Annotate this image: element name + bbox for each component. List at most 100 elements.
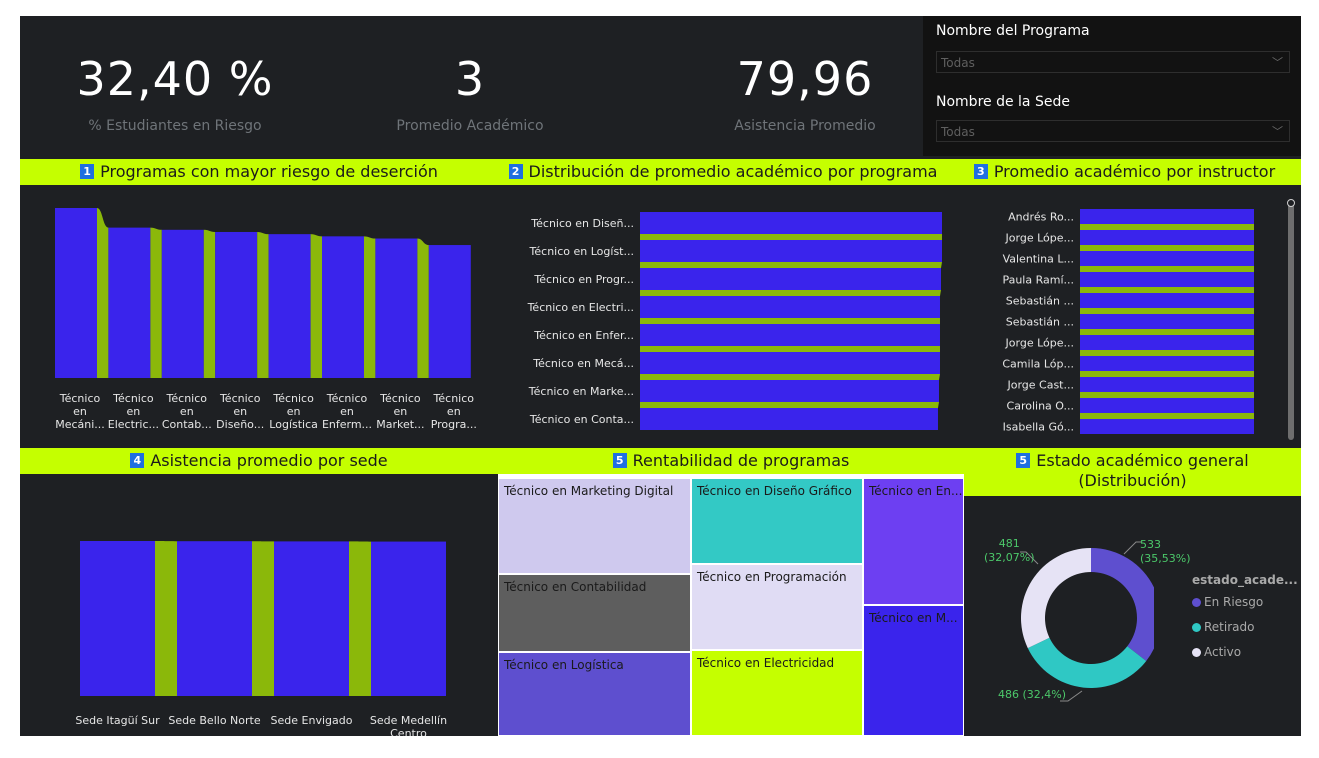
- legend-item-activo[interactable]: Activo: [1192, 645, 1241, 659]
- program-filter-title: Nombre del Programa: [936, 23, 1090, 39]
- ribbon: [417, 238, 429, 378]
- bar[interactable]: [108, 227, 151, 378]
- ribbon: [1080, 392, 1254, 398]
- bar[interactable]: [1080, 272, 1254, 287]
- category-label: Diseño...: [216, 418, 264, 431]
- ribbon: [310, 234, 322, 378]
- ribbon: [1080, 224, 1254, 230]
- section-header-distribution: 2 Distribución de promedio académico por …: [498, 159, 948, 185]
- bar[interactable]: [1080, 356, 1254, 371]
- campus-filter-dropdown[interactable]: Todas ﹀: [936, 120, 1290, 142]
- section-number-badge: 4: [130, 453, 145, 468]
- category-label: Sede Bello Norte: [168, 714, 260, 727]
- bar[interactable]: [268, 234, 311, 378]
- category-label: Andrés Ro...: [1008, 211, 1074, 224]
- category-label: en: [394, 405, 408, 418]
- chevron-down-icon: ﹀: [1272, 56, 1283, 69]
- ribbon: [1080, 308, 1254, 314]
- bar[interactable]: [1080, 419, 1254, 434]
- bar[interactable]: [375, 238, 418, 378]
- bar[interactable]: [322, 236, 364, 378]
- category-label: Isabella Gó...: [1003, 421, 1074, 434]
- bar[interactable]: [80, 541, 155, 696]
- bar[interactable]: [1080, 335, 1254, 350]
- treemap-cell[interactable]: Técnico en En...: [863, 478, 964, 605]
- category-label: Camila Lóp...: [1002, 358, 1074, 371]
- treemap-cell[interactable]: Técnico en Marketing Digital: [498, 478, 691, 574]
- treemap-cell[interactable]: Técnico en Diseño Gráfico: [691, 478, 863, 564]
- category-label: Sede Envigado: [271, 714, 353, 727]
- scroll-up-icon[interactable]: [1287, 199, 1295, 207]
- bar[interactable]: [1080, 398, 1254, 413]
- category-label: Técnico: [112, 392, 154, 405]
- legend-item-en-riesgo[interactable]: En Riesgo: [1192, 595, 1263, 609]
- section-header-risk: 1 Programas con mayor riesgo de deserción: [20, 159, 498, 185]
- category-label: Técnico en Progr...: [533, 273, 634, 286]
- scrollbar[interactable]: [1288, 202, 1294, 440]
- bar[interactable]: [640, 212, 942, 234]
- ribbon: [349, 541, 371, 696]
- dashboard-canvas: 32,40 % % Estudiantes en Riesgo 3 Promed…: [20, 16, 1301, 736]
- treemap-cell[interactable]: Técnico en Electricidad: [691, 650, 863, 736]
- category-label: Jorge Lópe...: [1005, 337, 1074, 350]
- bar[interactable]: [640, 240, 942, 262]
- ribbon: [252, 541, 274, 696]
- bar[interactable]: [371, 541, 446, 696]
- bar[interactable]: [1080, 251, 1254, 266]
- bar[interactable]: [55, 208, 97, 378]
- bar[interactable]: [640, 268, 941, 290]
- category-label: en: [447, 405, 461, 418]
- legend-item-retirado[interactable]: Retirado: [1192, 620, 1254, 634]
- bar[interactable]: [640, 324, 940, 346]
- category-label: Técnico: [166, 392, 208, 405]
- category-label: Técnico en Logíst...: [529, 245, 634, 258]
- bar[interactable]: [640, 408, 938, 430]
- bar[interactable]: [428, 245, 471, 378]
- section-number-badge: 1: [80, 164, 95, 179]
- bar[interactable]: [274, 541, 349, 696]
- bar[interactable]: [1080, 293, 1254, 308]
- category-label: Sebastián ...: [1006, 295, 1074, 308]
- ribbon: [1080, 329, 1254, 335]
- ribbon: [150, 227, 162, 378]
- bar[interactable]: [640, 380, 939, 402]
- kpi-risk-value: 32,40 %: [76, 52, 274, 106]
- category-label: Técnico en Conta...: [529, 413, 634, 426]
- ribbon: [640, 374, 940, 380]
- kpi-attendance-value: 79,96: [736, 52, 874, 106]
- bar[interactable]: [1080, 314, 1254, 329]
- section-title: Programas con mayor riesgo de deserción: [100, 162, 438, 181]
- bar[interactable]: [1080, 209, 1254, 224]
- category-label: Carolina O...: [1007, 400, 1074, 413]
- bar[interactable]: [1080, 377, 1254, 392]
- ribbon: [155, 541, 177, 696]
- bar[interactable]: [1080, 230, 1254, 245]
- category-label: Sebastián ...: [1006, 316, 1074, 329]
- category-label: Market...: [376, 418, 424, 431]
- bar[interactable]: [177, 541, 252, 696]
- bar[interactable]: [215, 231, 258, 378]
- category-label: Sede Itagüí Sur: [75, 714, 160, 727]
- program-filter-dropdown[interactable]: Todas ﹀: [936, 51, 1290, 73]
- section-number-badge: 5: [1016, 453, 1031, 468]
- section-number-badge: 3: [973, 164, 988, 179]
- section-title: Distribución de promedio académico por p…: [528, 162, 938, 181]
- category-label: en: [127, 405, 141, 418]
- bar[interactable]: [161, 229, 204, 378]
- treemap-cell[interactable]: Técnico en Programación: [691, 564, 863, 650]
- treemap-cell[interactable]: Técnico en Contabilidad: [498, 574, 691, 652]
- ribbon: [640, 290, 941, 296]
- section-header-status: 5 Estado académico general (Distribución): [964, 448, 1301, 496]
- kpi-average-label: Promedio Académico: [396, 118, 544, 134]
- kpi-attendance-label: Asistencia Promedio: [734, 118, 876, 134]
- category-label: Técnico en Electri...: [527, 301, 634, 314]
- ribbon: [1080, 245, 1254, 251]
- bar[interactable]: [640, 296, 940, 318]
- bar[interactable]: [640, 352, 940, 374]
- treemap-cell[interactable]: Técnico en M...: [863, 605, 964, 736]
- category-label: en: [340, 405, 354, 418]
- section-title: Rentabilidad de programas: [632, 451, 850, 470]
- treemap-cell[interactable]: Técnico en Logística: [498, 652, 691, 736]
- ribbon: [640, 346, 940, 352]
- ribbon: [1080, 287, 1254, 293]
